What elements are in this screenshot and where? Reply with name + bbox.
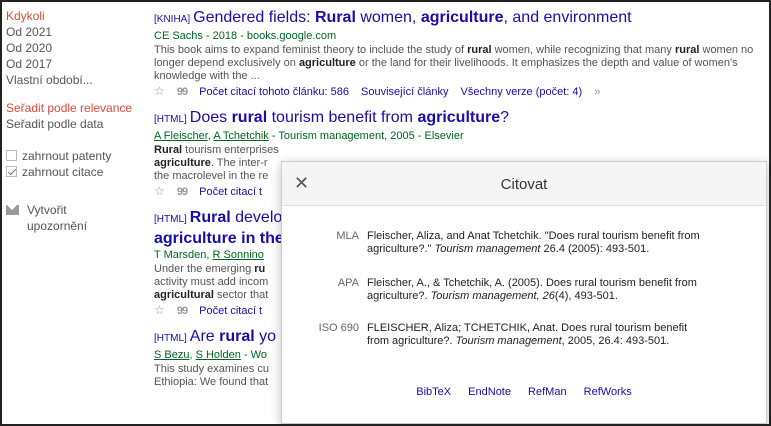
sort-by-date[interactable]: Seřadit podle data	[6, 116, 136, 132]
title-text: Gendered fields:	[193, 9, 315, 26]
cite-quote-icon[interactable]: 99	[177, 86, 188, 98]
include-patents-checkbox[interactable]	[6, 150, 17, 161]
citation-style-label: ISO 690	[318, 322, 359, 334]
time-custom-range[interactable]: Vlastní období...	[6, 72, 136, 88]
cite-quote-icon[interactable]: 99	[177, 305, 188, 317]
citation-mla: MLA Fleischer, Aliza, and Anat Tchetchik…	[282, 230, 766, 256]
result-title[interactable]: [HTML] Does rural tourism benefit from ag…	[154, 108, 766, 129]
citation-style-label: APA	[337, 277, 359, 289]
create-alert-link[interactable]: Vytvořit upozornění	[6, 202, 136, 234]
title-text: , and environment	[503, 9, 632, 26]
citation-style-label: MLA	[336, 230, 359, 242]
citation-iso690: ISO 690 FLEISCHER, Aliza; TCHETCHIK, Ana…	[282, 322, 766, 348]
title-keyword: Rural	[314, 9, 356, 26]
result-type-tag: [HTML]	[154, 114, 187, 125]
refman-link[interactable]: RefMan	[528, 386, 567, 398]
refworks-link[interactable]: RefWorks	[584, 386, 632, 398]
cited-by-link[interactable]: Počet citací t	[199, 305, 262, 317]
author-link[interactable]: A Fleischer	[154, 130, 208, 142]
include-citations-option[interactable]: zahrnout citace	[6, 164, 136, 180]
time-since-2020[interactable]: Od 2020	[6, 40, 136, 56]
cited-by-link[interactable]: Počet citací t	[199, 186, 262, 198]
author-link[interactable]: R Sonnino	[213, 249, 264, 261]
endnote-link[interactable]: EndNote	[468, 386, 511, 398]
export-links: BibTeX EndNote RefMan RefWorks	[282, 386, 766, 398]
cited-by-link[interactable]: Počet citací tohoto článku: 586	[199, 86, 349, 98]
all-versions-link[interactable]: Všechny verze (počet: 4)	[461, 86, 583, 98]
include-citations-label: zahrnout citace	[22, 165, 104, 179]
result-title[interactable]: [KNIHA] Gendered fields: Rural women, agr…	[154, 8, 766, 29]
time-since-2021[interactable]: Od 2021	[6, 24, 136, 40]
bibtex-link[interactable]: BibTeX	[416, 386, 451, 398]
cite-dialog-header: ✕ Citovat	[282, 162, 766, 206]
result-actions: ☆ 99 Počet citací tohoto článku: 586 Sou…	[154, 83, 766, 101]
sidebar: Kdykoli Od 2021 Od 2020 Od 2017 Vlastní …	[6, 8, 136, 234]
cite-dialog-title: Citovat	[500, 176, 548, 193]
save-star-icon[interactable]: ☆	[154, 184, 165, 198]
result-item: [KNIHA] Gendered fields: Rural women, agr…	[154, 8, 766, 101]
title-keyword: agriculture	[420, 9, 504, 26]
time-anytime[interactable]: Kdykoli	[6, 8, 136, 24]
include-patents-label: zahrnout patenty	[22, 149, 112, 163]
related-articles-link[interactable]: Související články	[361, 86, 448, 98]
result-snippet: Rural tourism enterprises have been deve…	[154, 144, 279, 182]
cite-dialog: ✕ Citovat MLA Fleischer, Aliza, and Anat…	[281, 161, 767, 424]
author-link[interactable]: S Bezu	[154, 349, 189, 361]
result-snippet: Under the emerging ru activity must add …	[154, 263, 269, 301]
more-chevron-icon[interactable]: »	[594, 86, 600, 98]
save-star-icon[interactable]: ☆	[154, 303, 165, 317]
citation-apa: APA Fleischer, A., & Tchetchik, A. (2005…	[282, 277, 766, 303]
title-text: women,	[355, 9, 421, 26]
scholar-page: Kdykoli Od 2021 Od 2020 Od 2017 Vlastní …	[0, 0, 771, 426]
result-type-tag: [HTML]	[154, 333, 187, 344]
cite-quote-icon[interactable]: 99	[177, 186, 188, 198]
result-type-tag: [HTML]	[154, 214, 187, 225]
author-link[interactable]: A Tchetchik	[213, 130, 268, 142]
save-star-icon[interactable]: ☆	[154, 84, 165, 98]
sort-by-relevance[interactable]: Seřadit podle relevance	[6, 100, 136, 116]
mail-icon	[6, 205, 19, 215]
result-snippet: This study examines cu Ethiopia: We foun…	[154, 363, 269, 388]
citation-text[interactable]: Fleischer, Aliza, and Anat Tchetchik. "D…	[367, 230, 717, 256]
citation-text[interactable]: Fleischer, A., & Tchetchik, A. (2005). D…	[367, 277, 717, 303]
time-since-2017[interactable]: Od 2017	[6, 56, 136, 72]
citation-text[interactable]: FLEISCHER, Aliza; TCHETCHIK, Anat. Does …	[367, 322, 697, 348]
author-link[interactable]: S Holden	[196, 349, 241, 361]
result-snippet: This book aims to expand feminist theory…	[154, 44, 754, 82]
result-type-tag: [KNIHA]	[154, 14, 191, 25]
include-citations-checkbox[interactable]	[6, 166, 17, 177]
result-meta: CE Sachs - 2018 - books.google.com	[154, 30, 337, 42]
create-alert-label: Vytvořit upozornění	[27, 203, 88, 233]
include-patents-option[interactable]: zahrnout patenty	[6, 148, 136, 164]
result-meta: A Fleischer, A Tchetchik - Tourism manag…	[154, 130, 464, 142]
